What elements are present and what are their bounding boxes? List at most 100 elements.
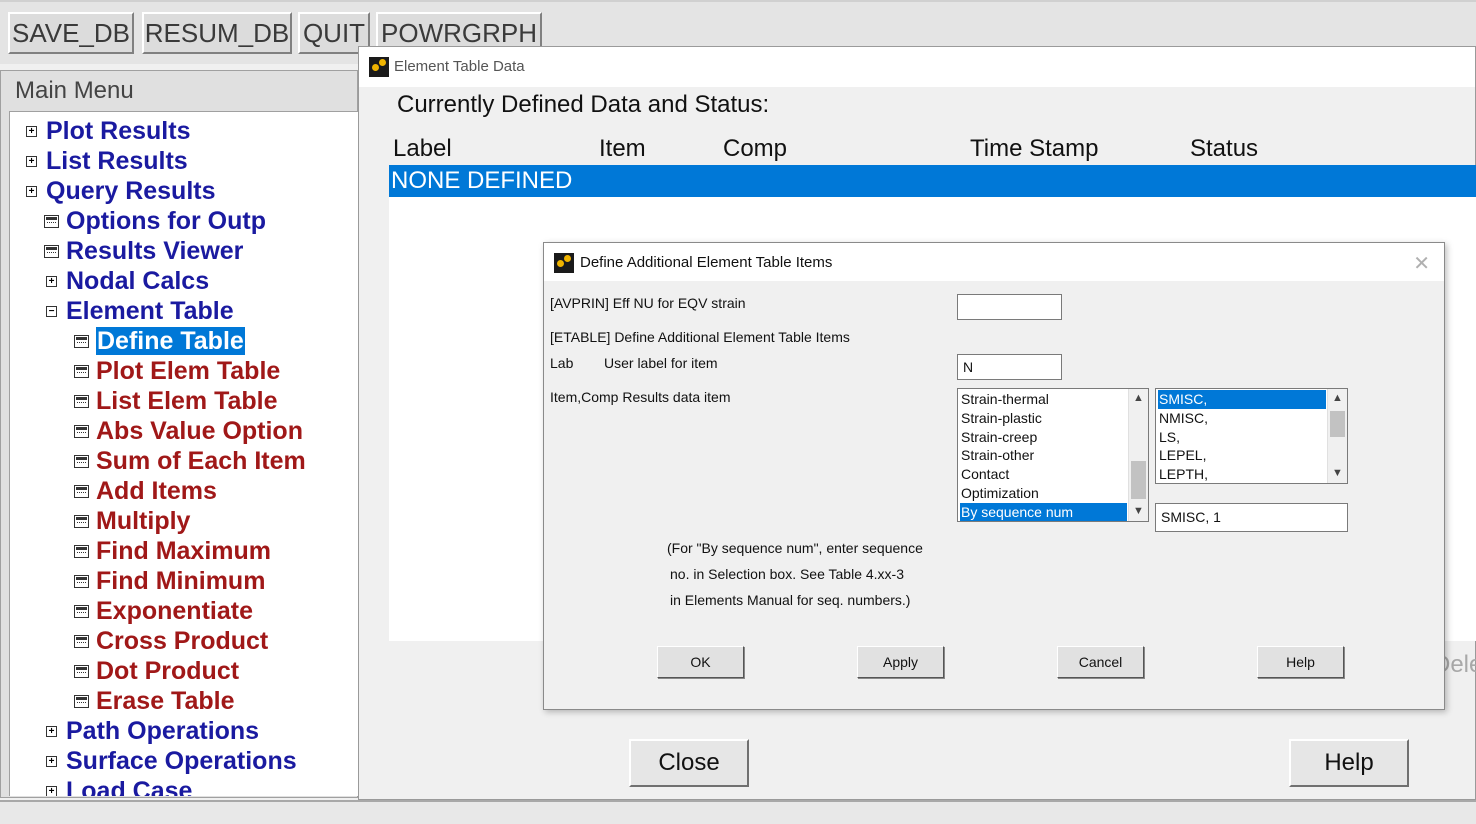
menu-item-label: Path Operations xyxy=(66,717,260,745)
expand-icon[interactable]: + xyxy=(46,786,57,796)
dialog-icon xyxy=(74,395,89,408)
comp-scrollbar[interactable]: ▲ ▼ xyxy=(1327,389,1347,483)
menu-item-abs-value-option[interactable]: Abs Value Option xyxy=(74,416,303,446)
menu-item-label: Query Results xyxy=(46,177,216,205)
menu-item-label: Cross Product xyxy=(96,627,269,655)
list-item[interactable]: LEPTH, xyxy=(1158,465,1326,483)
list-item[interactable]: NMISC, xyxy=(1158,409,1326,428)
collapse-icon[interactable]: − xyxy=(46,306,57,317)
expand-icon[interactable]: + xyxy=(46,756,57,767)
dialog-icon xyxy=(74,455,89,468)
apply-button[interactable]: Apply xyxy=(857,646,944,678)
define-element-table-items-dialog: Define Additional Element Table Items ✕ … xyxy=(543,242,1445,710)
list-item[interactable]: Strain-creep xyxy=(960,428,1127,447)
dialog-icon xyxy=(74,695,89,708)
close-icon[interactable]: ✕ xyxy=(1413,251,1430,276)
scroll-down-icon[interactable]: ▼ xyxy=(1129,503,1148,520)
dialog-icon xyxy=(74,575,89,588)
dialog-icon xyxy=(74,545,89,558)
scroll-down-icon[interactable]: ▼ xyxy=(1328,465,1347,482)
menu-item-load-case[interactable]: + Load Case xyxy=(46,776,192,796)
column-header-label: Label xyxy=(393,135,452,162)
resum-db-button[interactable]: RESUM_DB xyxy=(142,12,292,54)
expand-icon[interactable]: + xyxy=(46,276,57,287)
dialog-icon xyxy=(74,485,89,498)
main-menu-tree[interactable]: + Plot Results + List Results + Query Resul… xyxy=(9,111,358,796)
column-header-status: Status xyxy=(1190,135,1259,162)
menu-item-find-maximum[interactable]: Find Maximum xyxy=(74,536,272,566)
menu-item-results-viewer[interactable]: Results Viewer xyxy=(44,236,243,266)
menu-item-label: Element Table xyxy=(66,297,234,325)
menu-item-plot-results[interactable]: + Plot Results xyxy=(26,116,190,146)
list-item[interactable]: Strain-other xyxy=(960,446,1127,465)
list-item[interactable]: LS, xyxy=(1158,428,1326,447)
help-button[interactable]: Help xyxy=(1289,739,1409,787)
item-comp-label: Item,Comp Results data item xyxy=(550,389,731,405)
menu-item-label: Plot Elem Table xyxy=(96,357,281,385)
avprin-input[interactable] xyxy=(957,294,1062,320)
ok-button[interactable]: OK xyxy=(657,646,744,678)
menu-item-label: Abs Value Option xyxy=(96,417,303,445)
menu-item-path-operations[interactable]: + Path Operations xyxy=(46,716,260,746)
menu-item-exponentiate[interactable]: Exponentiate xyxy=(74,596,253,626)
dialog-titlebar[interactable]: Define Additional Element Table Items ✕ xyxy=(544,243,1444,281)
item-scrollbar[interactable]: ▲ ▼ xyxy=(1128,389,1148,521)
menu-item-find-minimum[interactable]: Find Minimum xyxy=(74,566,266,596)
menu-item-define-table[interactable]: Define Table xyxy=(74,326,245,356)
menu-item-sum-of-each-item[interactable]: Sum of Each Item xyxy=(74,446,306,476)
menu-item-label: List Results xyxy=(46,147,188,175)
scroll-up-icon[interactable]: ▲ xyxy=(1129,390,1148,407)
expand-icon[interactable]: + xyxy=(26,126,37,137)
menu-item-label: Dot Product xyxy=(96,657,240,685)
item-listbox[interactable]: Strain-thermal Strain-plastic Strain-cre… xyxy=(957,388,1149,522)
menu-item-cross-product[interactable]: Cross Product xyxy=(74,626,269,656)
window-titlebar[interactable]: Element Table Data xyxy=(359,47,1475,87)
table-row[interactable]: NONE DEFINED xyxy=(389,165,1476,197)
main-menu-panel: Main Menu + Plot Results + List Results + Q… xyxy=(0,70,358,798)
menu-item-erase-table[interactable]: Erase Table xyxy=(74,686,235,716)
save-db-button[interactable]: SAVE_DB xyxy=(8,12,134,54)
menu-item-label: Find Minimum xyxy=(96,567,266,595)
menu-item-label: Find Maximum xyxy=(96,537,272,565)
list-item[interactable]: LEPEL, xyxy=(1158,446,1326,465)
help-button[interactable]: Help xyxy=(1257,646,1344,678)
dialog-icon xyxy=(74,335,89,348)
scroll-thumb[interactable] xyxy=(1330,411,1345,437)
list-item-selected[interactable]: SMISC, xyxy=(1158,390,1326,409)
menu-item-dot-product[interactable]: Dot Product xyxy=(74,656,240,686)
menu-item-element-table[interactable]: − Element Table xyxy=(46,296,234,326)
expand-icon[interactable]: + xyxy=(46,726,57,737)
expand-icon[interactable]: + xyxy=(26,186,37,197)
scroll-up-icon[interactable]: ▲ xyxy=(1328,390,1347,407)
menu-item-list-elem-table[interactable]: List Elem Table xyxy=(74,386,278,416)
menu-item-nodal-calcs[interactable]: + Nodal Calcs xyxy=(46,266,209,296)
note-line-2: no. in Selection box. See Table 4.xx-3 xyxy=(670,566,905,582)
scroll-thumb[interactable] xyxy=(1131,461,1146,499)
menu-item-label: Multiply xyxy=(96,507,191,535)
menu-item-label: List Elem Table xyxy=(96,387,278,415)
dialog-icon xyxy=(44,215,59,228)
list-item-selected[interactable]: By sequence num xyxy=(960,503,1127,521)
close-button[interactable]: Close xyxy=(629,739,749,787)
menu-item-multiply[interactable]: Multiply xyxy=(74,506,191,536)
comp-listbox[interactable]: SMISC, NMISC, LS, LEPEL, LEPTH, ▲ ▼ xyxy=(1155,388,1348,484)
dialog-icon xyxy=(74,635,89,648)
menu-item-label: Exponentiate xyxy=(96,597,253,625)
menu-item-surface-operations[interactable]: + Surface Operations xyxy=(46,746,297,776)
dialog-title: Define Additional Element Table Items xyxy=(580,254,833,271)
list-item[interactable]: Strain-plastic xyxy=(960,409,1127,428)
selection-input[interactable]: SMISC, 1 xyxy=(1155,503,1348,532)
menu-item-options-for-outp[interactable]: Options for Outp xyxy=(44,206,266,236)
lab-input[interactable]: N xyxy=(957,354,1062,380)
status-heading: Currently Defined Data and Status: xyxy=(397,91,770,118)
list-item[interactable]: Strain-thermal xyxy=(960,390,1127,409)
menu-item-query-results[interactable]: + Query Results xyxy=(26,176,216,206)
lab-description: User label for item xyxy=(604,355,718,371)
cancel-button[interactable]: Cancel xyxy=(1057,646,1144,678)
menu-item-list-results[interactable]: + List Results xyxy=(26,146,188,176)
list-item[interactable]: Contact xyxy=(960,465,1127,484)
menu-item-plot-elem-table[interactable]: Plot Elem Table xyxy=(74,356,281,386)
menu-item-add-items[interactable]: Add Items xyxy=(74,476,217,506)
expand-icon[interactable]: + xyxy=(26,156,37,167)
list-item[interactable]: Optimization xyxy=(960,484,1127,503)
